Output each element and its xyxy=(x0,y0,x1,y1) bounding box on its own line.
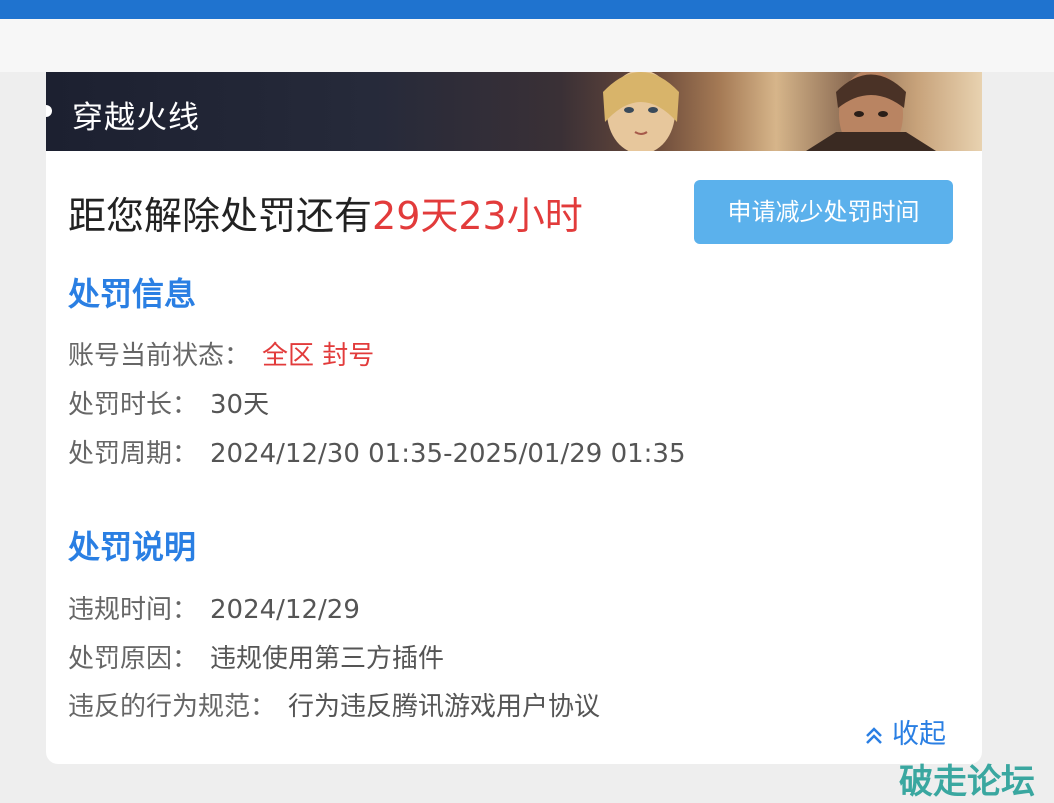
countdown-remaining: 29天23小时 xyxy=(372,194,583,238)
row-value: 行为违反腾讯游戏用户协议 xyxy=(288,692,601,722)
penalty-card: 穿越火线 距您解除处罚还有29天23小时 申请减少处罚时间 处罚信息 账号当前状… xyxy=(46,72,982,764)
banner-dot xyxy=(46,105,52,117)
penalty-reason-row: 处罚原因： 违规使用第三方插件 xyxy=(68,638,444,675)
penalty-description-title: 处罚说明 xyxy=(68,528,197,566)
row-value: 违规使用第三方插件 xyxy=(210,644,445,674)
navigation-bar xyxy=(0,19,1054,72)
forum-watermark: 破走论坛 xyxy=(899,762,1035,802)
top-status-bar xyxy=(0,0,1054,19)
row-label: 处罚原因： xyxy=(68,644,199,674)
game-banner: 穿越火线 xyxy=(46,72,982,151)
violated-rule-row: 违反的行为规范： 行为违反腾讯游戏用户协议 xyxy=(68,686,600,723)
banner-character-female xyxy=(603,72,679,151)
row-label: 处罚时长： xyxy=(68,390,199,420)
banner-title: 穿越火线 xyxy=(72,100,200,136)
row-label: 账号当前状态： xyxy=(68,341,251,371)
chevron-up-double-icon xyxy=(866,726,882,744)
collapse-label: 收起 xyxy=(892,719,946,750)
row-value: 30天 xyxy=(210,390,270,420)
row-label: 违反的行为规范： xyxy=(68,692,277,722)
row-label: 处罚周期： xyxy=(68,439,199,469)
penalty-period-row: 处罚周期： 2024/12/30 01:35-2025/01/29 01:35 xyxy=(68,433,686,470)
violation-time-row: 违规时间： 2024/12/29 xyxy=(68,589,360,626)
row-value: 2024/12/29 xyxy=(210,595,360,625)
row-value: 2024/12/30 01:35-2025/01/29 01:35 xyxy=(210,439,686,469)
collapse-button[interactable]: 收起 xyxy=(864,712,946,751)
penalty-countdown: 距您解除处罚还有29天23小时 xyxy=(68,185,583,240)
row-value: 全区 封号 xyxy=(262,341,375,371)
countdown-prefix: 距您解除处罚还有 xyxy=(68,194,373,238)
row-label: 违规时间： xyxy=(68,595,199,625)
account-status-row: 账号当前状态： 全区 封号 xyxy=(68,335,374,372)
banner-character-male xyxy=(806,72,936,151)
penalty-duration-row: 处罚时长： 30天 xyxy=(68,384,269,421)
penalty-info-title: 处罚信息 xyxy=(68,275,197,313)
reduce-penalty-button[interactable]: 申请减少处罚时间 xyxy=(694,180,953,244)
